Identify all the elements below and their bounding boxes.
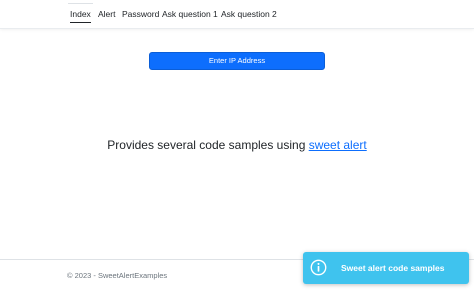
nav-link-alert[interactable]: Alert	[98, 9, 115, 19]
sweet-alert-link[interactable]: sweet alert	[309, 138, 367, 152]
nav-link-index[interactable]: Index	[68, 3, 93, 23]
enter-ip-address-button[interactable]: Enter IP Address	[149, 52, 325, 70]
toast-notification[interactable]: Sweet alert code samples	[303, 252, 469, 284]
nav-link-password[interactable]: Password	[122, 9, 159, 19]
page-description: Provides several code samples using swee…	[0, 138, 474, 152]
nav-link-ask-question-1[interactable]: Ask question 1	[162, 9, 218, 19]
info-icon	[310, 259, 327, 276]
description-text: Provides several code samples using	[107, 138, 309, 152]
nav-link-ask-question-2[interactable]: Ask question 2	[221, 9, 277, 19]
toast-title: Sweet alert code samples	[341, 263, 445, 273]
top-navigation: Index Alert Password Ask question 1 Ask …	[0, 0, 474, 29]
footer-copyright: © 2023 - SweetAlertExamples	[67, 271, 168, 280]
